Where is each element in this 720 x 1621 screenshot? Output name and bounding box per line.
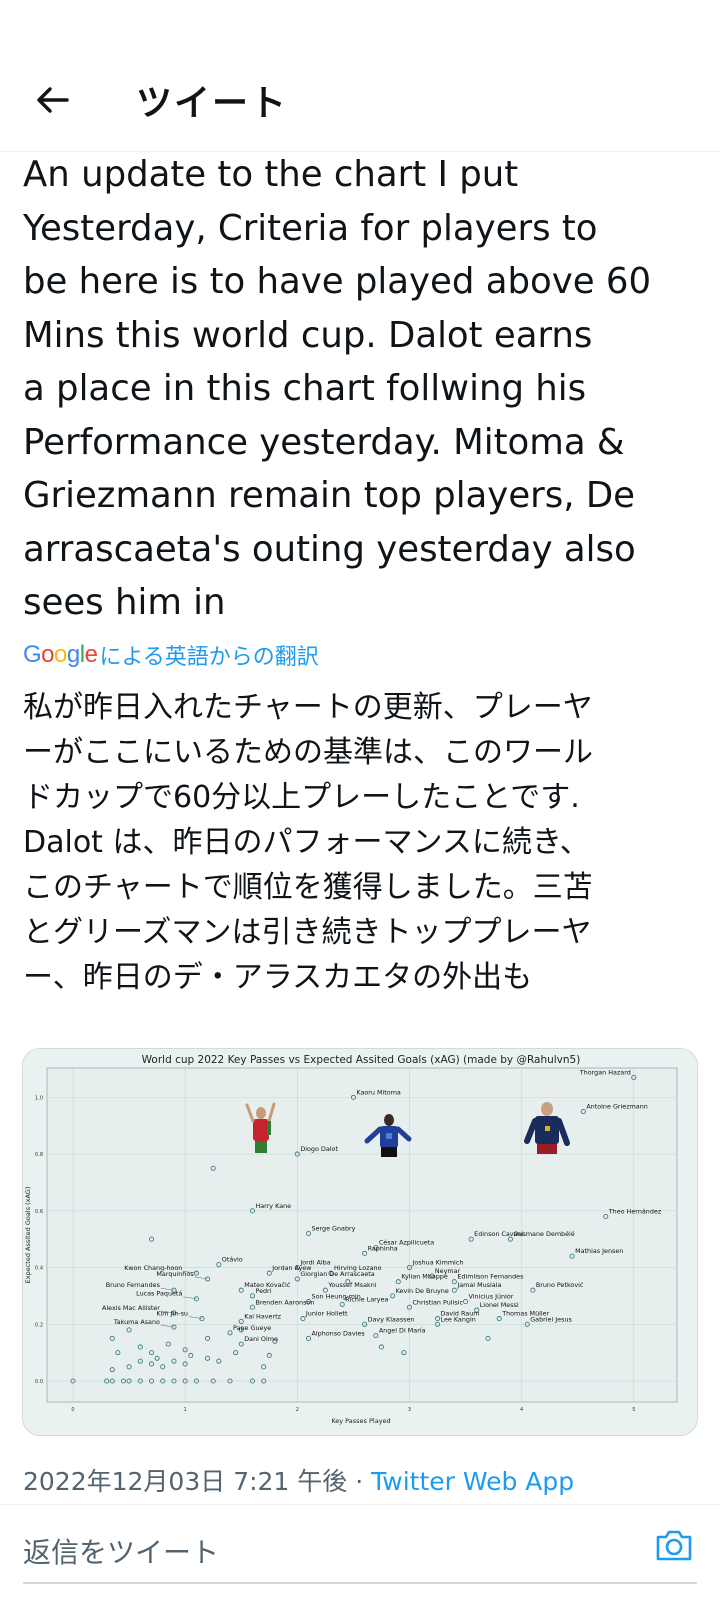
point-label: Youssef Msakni xyxy=(327,1281,376,1289)
scatter-chart: World cup 2022 Key Passes vs Expected As… xyxy=(23,1049,697,1435)
point-label: Pedri xyxy=(255,1287,271,1295)
translation-label: による英語からの翻訳 xyxy=(99,645,319,670)
point-label: Richie Laryea xyxy=(345,1295,388,1303)
camera-icon xyxy=(656,1530,692,1561)
point-label: Junior Hoilett xyxy=(305,1310,348,1318)
point-label: Serge Gnabry xyxy=(312,1225,356,1233)
translation-attribution[interactable]: Google による英語からの翻訳 xyxy=(23,640,319,670)
point-label: Theo Hernández xyxy=(608,1207,662,1215)
camera-button[interactable] xyxy=(654,1527,694,1563)
timestamp-text: 2022年12月03日 7:21 午後 xyxy=(23,1467,348,1496)
point-label: Edimilson Fernandes xyxy=(457,1273,524,1281)
point-label: Alexis Mac Allister xyxy=(102,1304,160,1312)
x-tick-label: 1 xyxy=(184,1407,187,1413)
point-label: Lee Kangin xyxy=(441,1315,476,1323)
point-label: Harry Kane xyxy=(255,1202,291,1210)
point-label: Marquinhos xyxy=(156,1270,194,1278)
point-label: Kevin De Bruyne xyxy=(396,1287,449,1295)
tweet-timestamp: 2022年12月03日 7:21 午後 · Twitter Web App xyxy=(23,1462,574,1498)
point-label: Vinicius Júnior xyxy=(469,1293,514,1301)
point-label: Kylian Mbappé xyxy=(401,1273,448,1281)
point-label: Dani Olmo xyxy=(244,1335,278,1343)
point-label: Takuma Asano xyxy=(113,1318,160,1326)
point-label: Antoine Griezmann xyxy=(586,1103,648,1111)
chart-title: World cup 2022 Key Passes vs Expected As… xyxy=(142,1054,581,1066)
point-label: Kai Havertz xyxy=(244,1312,281,1320)
chart-image[interactable]: World cup 2022 Key Passes vs Expected As… xyxy=(22,1048,698,1436)
point-label: Diogo Dalot xyxy=(300,1145,338,1153)
x-tick-label: 5 xyxy=(632,1407,635,1413)
timestamp-separator: · xyxy=(347,1467,372,1496)
point-label: Thorgan Hazard xyxy=(579,1069,631,1077)
point-label: Gabriel Jesus xyxy=(530,1315,572,1323)
arrow-left-icon xyxy=(37,87,69,113)
point-label: Joshua Kimmich xyxy=(411,1259,463,1267)
point-label: Mathias Jensen xyxy=(575,1247,623,1255)
point-label: Lucas Paquetá xyxy=(136,1290,182,1298)
x-tick-label: 2 xyxy=(296,1407,299,1413)
x-tick-label: 4 xyxy=(520,1407,523,1413)
source-app-link[interactable]: Twitter Web App xyxy=(371,1467,574,1496)
back-button[interactable] xyxy=(30,78,74,122)
point-label: Alphonso Davies xyxy=(312,1329,366,1337)
point-label: Giorgian De Arrascaeta xyxy=(300,1270,374,1278)
tweet-text: An update to the chart I put Yesterday, … xyxy=(23,154,652,623)
point-label: Brenden Aaronson xyxy=(255,1298,314,1306)
point-label: Christian Pulisic xyxy=(412,1298,463,1306)
y-tick-label: 0.2 xyxy=(35,1322,43,1328)
input-underline xyxy=(23,1582,697,1584)
x-axis-label: Key Passes Played xyxy=(331,1417,390,1425)
point-label: Kaoru Mitoma xyxy=(356,1088,401,1096)
header: ツイート xyxy=(0,0,720,152)
y-tick-label: 0.0 xyxy=(35,1379,43,1385)
point-label: Kim Jin-su xyxy=(156,1310,188,1318)
point-label: Ousmane Dembélé xyxy=(513,1230,574,1238)
y-tick-label: 0.8 xyxy=(35,1152,43,1158)
y-axis-label: Expected Assited Goals (xAG) xyxy=(24,1187,32,1284)
y-tick-label: 0.4 xyxy=(35,1266,43,1272)
google-logo: Google xyxy=(23,641,98,668)
point-label: Bruno Fernandes xyxy=(106,1281,161,1289)
x-tick-label: 3 xyxy=(408,1407,411,1413)
reply-input[interactable]: 返信をツイート xyxy=(23,1531,219,1571)
x-tick-label: 0 xyxy=(71,1407,74,1413)
reply-composer: 返信をツイート xyxy=(0,1505,720,1583)
point-label: Lionel Messi xyxy=(480,1301,519,1309)
point-label: Pape Gueye xyxy=(233,1324,271,1332)
translated-text: 私が昨日入れたチャートの更新、プレーヤ ーがここにいるための基準は、このワール … xyxy=(23,690,593,995)
point-label: Davy Klaassen xyxy=(368,1315,415,1323)
point-label: Jamal Musiala xyxy=(456,1281,501,1289)
page-title: ツイート xyxy=(136,83,289,124)
point-label: Raphinha xyxy=(368,1244,398,1252)
y-tick-label: 1.0 xyxy=(35,1095,43,1101)
point-label: Bruno Petković xyxy=(536,1281,584,1289)
point-label: Angel Di María xyxy=(379,1327,426,1335)
point-label: Otávio xyxy=(222,1256,243,1264)
y-tick-label: 0.6 xyxy=(35,1209,43,1215)
